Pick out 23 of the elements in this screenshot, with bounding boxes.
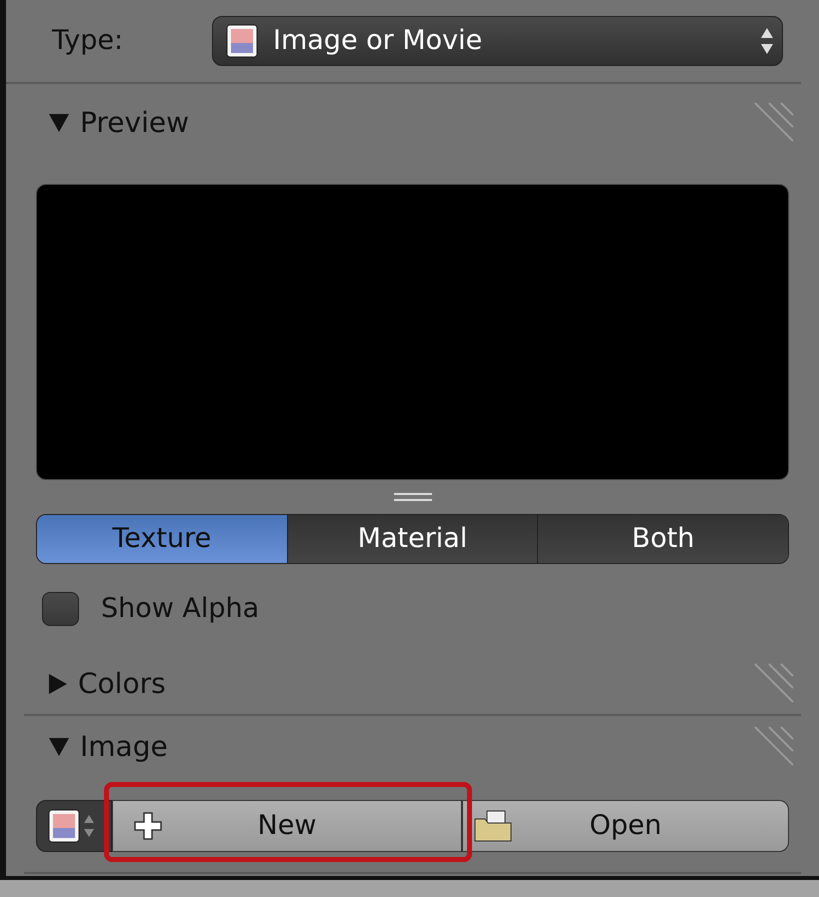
section-title[interactable]: Image bbox=[80, 726, 741, 768]
plus-icon bbox=[133, 811, 163, 841]
collapse-triangle-icon[interactable] bbox=[48, 113, 70, 133]
show-alpha-checkbox[interactable] bbox=[42, 592, 79, 626]
image-browse-dropdown[interactable] bbox=[36, 800, 112, 852]
section-title[interactable]: Colors bbox=[78, 663, 741, 705]
view-toggle-button[interactable]: Both bbox=[537, 515, 788, 563]
collapse-triangle-icon[interactable] bbox=[48, 737, 70, 757]
type-dropdown[interactable]: Image or Movie bbox=[212, 16, 783, 66]
up-down-arrows-icon bbox=[760, 26, 774, 56]
type-label: Type: bbox=[52, 24, 124, 58]
open-button[interactable]: Open bbox=[462, 800, 789, 852]
view-toggle-button[interactable]: Material bbox=[286, 515, 538, 563]
folder-icon bbox=[473, 809, 513, 843]
resize-handle-icon[interactable] bbox=[394, 492, 432, 502]
show-alpha-label: Show Alpha bbox=[101, 592, 260, 626]
view-toggle-button[interactable]: Texture bbox=[37, 515, 287, 563]
image-icon bbox=[47, 808, 81, 844]
type-value: Image or Movie bbox=[273, 24, 484, 58]
expand-triangle-icon[interactable] bbox=[48, 673, 68, 695]
image-icon bbox=[225, 23, 259, 59]
section-title[interactable]: Preview bbox=[80, 102, 741, 144]
new-button[interactable]: New bbox=[112, 800, 462, 852]
